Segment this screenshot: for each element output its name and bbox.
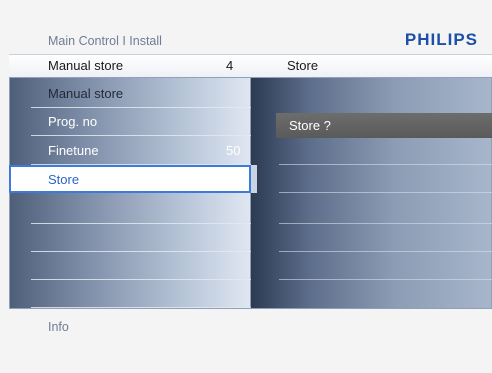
submenu-empty-row — [251, 196, 492, 224]
menu-empty-row — [9, 252, 251, 280]
submenu-empty-row — [251, 252, 492, 280]
menu-empty-row — [9, 280, 251, 308]
info-label: Info — [48, 320, 69, 334]
submenu-empty-row — [251, 165, 492, 193]
menu-item-manual-store[interactable]: Manual store — [9, 80, 251, 108]
menu-divider — [31, 135, 251, 136]
menu-item-label: Store — [48, 172, 80, 187]
header-menu-value: 4 — [226, 58, 234, 73]
submenu-item-label: Store ? — [289, 118, 331, 133]
menu-divider — [31, 307, 251, 308]
menu-item-label: Prog. no — [48, 114, 98, 129]
breadcrumb: Main Control I Install — [48, 34, 162, 48]
menu-item-value: 50 — [226, 143, 241, 158]
submenu-empty-row — [251, 137, 492, 165]
menu-item-store[interactable]: Store — [9, 165, 251, 193]
brand-logo: PHILIPS — [404, 30, 478, 49]
header-menu-title: Manual store — [48, 58, 124, 73]
submenu-empty-row — [251, 224, 492, 252]
submenu-divider — [279, 279, 492, 280]
menu-item-label: Manual store — [48, 86, 124, 101]
menu-empty-row — [9, 196, 251, 224]
menu-item-label: Finetune — [48, 143, 99, 158]
submenu-divider — [279, 192, 492, 193]
header-submenu-title: Store — [287, 58, 319, 73]
menu-empty-row — [9, 224, 251, 252]
menu-item-prog-no[interactable]: Prog. no — [9, 108, 251, 136]
menu-item-finetune[interactable]: Finetune 50 — [9, 137, 251, 165]
